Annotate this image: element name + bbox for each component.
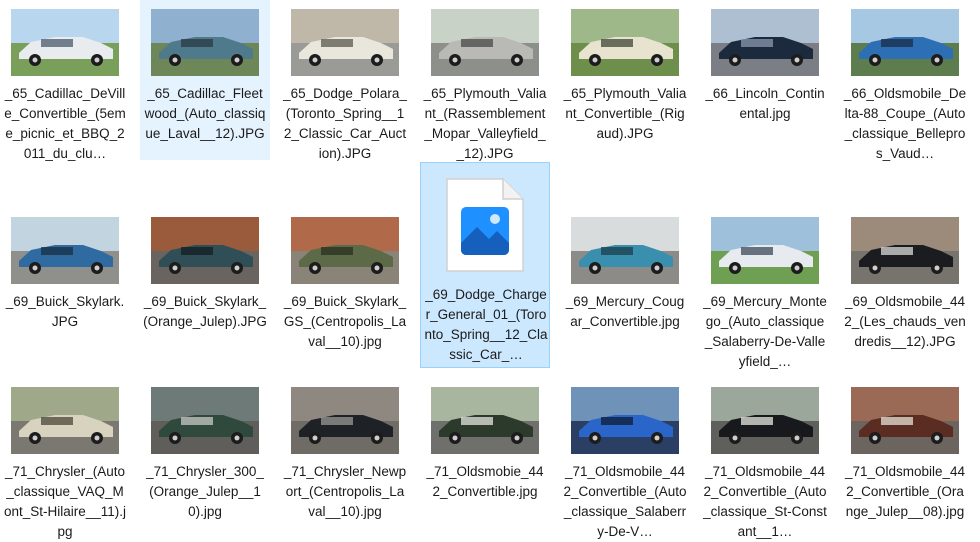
- file-name-label: _69_Dodge_Charger_General_01_(Toronto_Sp…: [424, 287, 548, 362]
- photo-thumbnail: [571, 217, 679, 284]
- photo-thumbnail: [711, 387, 819, 454]
- photo-thumbnail: [291, 217, 399, 284]
- file-name-label: _66_Lincoln_Continental.jpg: [705, 86, 825, 121]
- file-item[interactable]: _65_Cadillac_DeVille_Convertible_(5eme_p…: [0, 0, 130, 161]
- file-name-label: _71_Oldsmobie_442_Convertible.jpg: [426, 464, 544, 499]
- file-item[interactable]: _69_Mercury_Cougar_Convertible.jpg: [560, 208, 690, 368]
- file-grid: _65_Cadillac_DeVille_Convertible_(5eme_p…: [0, 0, 980, 539]
- file-name-label: _65_Cadillac_DeVille_Convertible_(5eme_p…: [4, 86, 126, 161]
- file-name-label: _71_Oldsmobile_442_Convertible_(Auto_cla…: [703, 464, 827, 539]
- file-name-label: _69_Oldsmobile_442_(Les_chauds_vendredis…: [844, 294, 966, 349]
- file-item[interactable]: _69_Buick_Skylark_(Orange_Julep).JPG: [140, 208, 270, 368]
- file-name-label: _69_Buick_Skylark_(Orange_Julep).JPG: [143, 294, 267, 329]
- file-item[interactable]: _69_Buick_Skylark_GS_(Centropolis_Laval_…: [280, 208, 410, 368]
- image-file-icon: [445, 177, 525, 273]
- file-item[interactable]: _69_Dodge_Charger_General_01_(Toronto_Sp…: [420, 162, 550, 368]
- file-name-label: _65_Plymouth_Valiant_(Rassemblement_Mopa…: [423, 86, 547, 161]
- file-item[interactable]: _71_Oldsmobile_442_Convertible_(Auto_cla…: [560, 378, 690, 539]
- photo-thumbnail: [851, 217, 959, 284]
- file-item[interactable]: _71_Oldsmobile_442_Convertible_(Orange_J…: [840, 378, 970, 538]
- file-name-label: _65_Cadillac_Fleetwood_(Auto_classique_L…: [144, 86, 266, 141]
- file-item[interactable]: _69_Buick_Skylark.JPG: [0, 208, 130, 368]
- file-item[interactable]: _71_Chrysler_Newport_(Centropolis_Laval_…: [280, 378, 410, 538]
- file-item[interactable]: _69_Oldsmobile_442_(Les_chauds_vendredis…: [840, 208, 970, 368]
- file-item[interactable]: _71_Oldsmobie_442_Convertible.jpg: [420, 378, 550, 538]
- photo-thumbnail: [151, 387, 259, 454]
- photo-thumbnail: [291, 9, 399, 76]
- photo-thumbnail: [851, 9, 959, 76]
- file-item[interactable]: _71_Chrysler_300_(Orange_Julep__10).jpg: [140, 378, 270, 538]
- file-name-label: _66_Oldsmobile_Delta-88_Coupe_(Auto_clas…: [843, 86, 967, 161]
- photo-thumbnail: [431, 9, 539, 76]
- file-name-label: _71_Oldsmobile_442_Convertible_(Orange_J…: [844, 464, 966, 519]
- photo-thumbnail: [11, 387, 119, 454]
- photo-thumbnail: [711, 9, 819, 76]
- file-item[interactable]: _69_Mercury_Montego_(Auto_classique_Sala…: [700, 208, 830, 369]
- photo-thumbnail: [11, 217, 119, 284]
- photo-thumbnail: [291, 387, 399, 454]
- photo-thumbnail: [151, 9, 259, 76]
- file-item[interactable]: _66_Lincoln_Continental.jpg: [700, 0, 830, 160]
- photo-thumbnail: [11, 9, 119, 76]
- file-name-label: _71_Chrysler_Newport_(Centropolis_Laval_…: [283, 464, 407, 519]
- file-item[interactable]: _65_Cadillac_Fleetwood_(Auto_classique_L…: [140, 0, 270, 160]
- file-name-label: _69_Buick_Skylark_GS_(Centropolis_Laval_…: [283, 294, 407, 349]
- file-item[interactable]: _65_Dodge_Polara_(Toronto_Spring__12_Cla…: [280, 0, 410, 161]
- file-item[interactable]: _65_Plymouth_Valiant_(Rassemblement_Mopa…: [420, 0, 550, 161]
- file-name-label: _69_Buick_Skylark.JPG: [5, 294, 125, 329]
- file-item[interactable]: _65_Plymouth_Valiant_Convertible_(Rigaud…: [560, 0, 690, 160]
- file-name-label: _65_Plymouth_Valiant_Convertible_(Rigaud…: [563, 86, 687, 141]
- photo-thumbnail: [711, 217, 819, 284]
- photo-thumbnail: [151, 217, 259, 284]
- file-name-label: _71_Chrysler_300_(Orange_Julep__10).jpg: [146, 464, 264, 519]
- photo-thumbnail: [851, 387, 959, 454]
- photo-thumbnail: [571, 9, 679, 76]
- file-item[interactable]: _71_Chrysler_(Auto_classique_VAQ_Mont_St…: [0, 378, 130, 539]
- photo-thumbnail: [431, 387, 539, 454]
- file-name-label: _69_Mercury_Montego_(Auto_classique_Sala…: [703, 294, 827, 369]
- file-item[interactable]: _71_Oldsmobile_442_Convertible_(Auto_cla…: [700, 378, 830, 539]
- photo-thumbnail: [571, 387, 679, 454]
- file-name-label: _69_Mercury_Cougar_Convertible.jpg: [565, 294, 685, 329]
- file-name-label: _71_Chrysler_(Auto_classique_VAQ_Mont_St…: [3, 464, 127, 539]
- file-name-label: _65_Dodge_Polara_(Toronto_Spring__12_Cla…: [283, 86, 407, 161]
- file-name-label: _71_Oldsmobile_442_Convertible_(Auto_cla…: [563, 464, 687, 539]
- file-item[interactable]: _66_Oldsmobile_Delta-88_Coupe_(Auto_clas…: [840, 0, 970, 161]
